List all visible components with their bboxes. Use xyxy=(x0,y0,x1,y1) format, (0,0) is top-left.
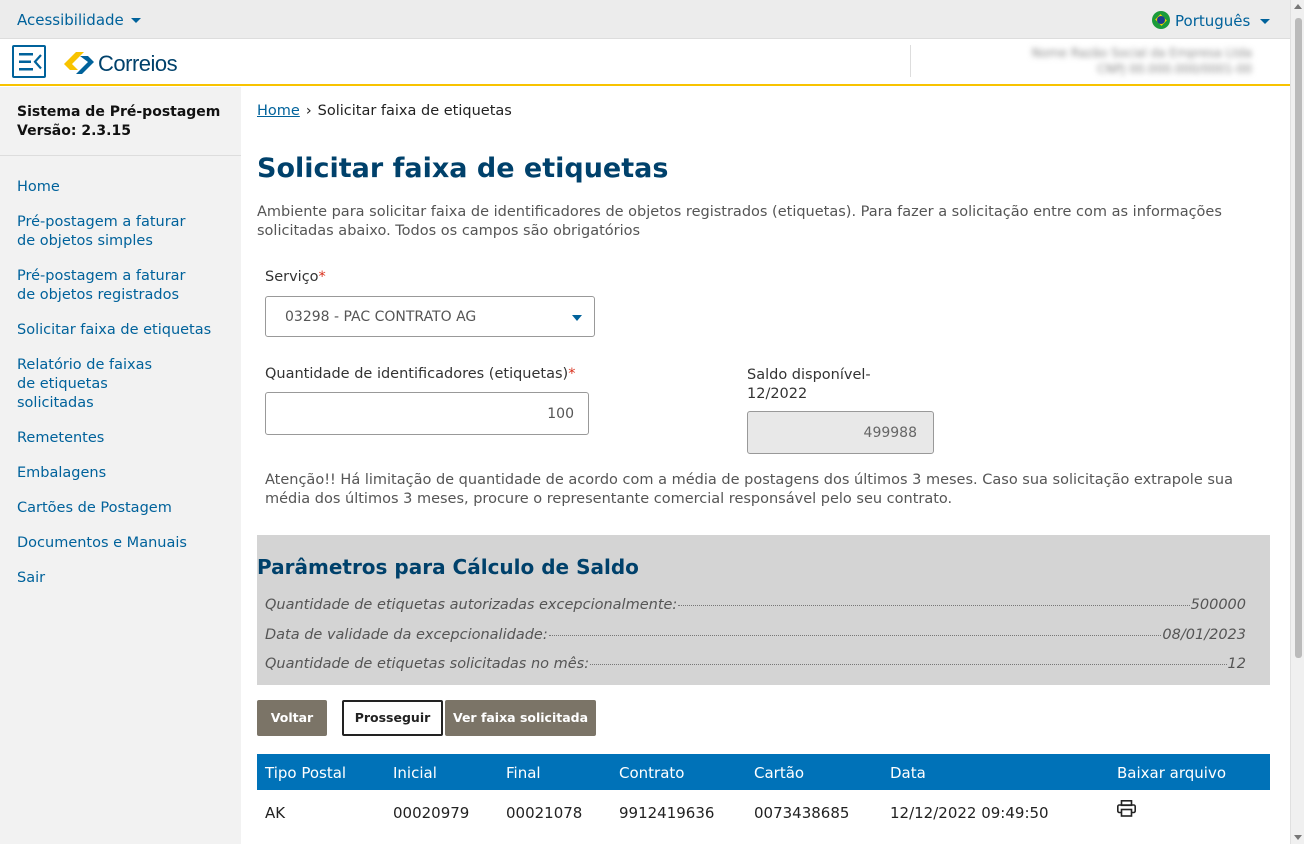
accessibility-menu[interactable]: Acessibilidade xyxy=(17,11,141,29)
column-header: Contrato xyxy=(619,764,685,782)
label-range-table: Tipo Postal Inicial Final Contrato Cartã… xyxy=(257,754,1270,830)
table-cell: 0073438685 xyxy=(754,804,850,822)
user-info[interactable]: Nome Razão Social da Empresa Ltda CNPJ 0… xyxy=(922,45,1272,81)
vertical-scrollbar[interactable] xyxy=(1290,0,1304,844)
sidebar-item-relatorio-faixas[interactable]: Relatório de faixas de etiquetas solicit… xyxy=(0,356,190,413)
sidebar-item-embalagens[interactable]: Embalagens xyxy=(0,464,241,483)
service-label: Serviço* xyxy=(265,269,326,285)
column-header: Cartão xyxy=(754,764,805,782)
logo-text: Correios xyxy=(98,51,178,76)
sidebar: Sistema de Pré-postagem Versão: 2.3.15 H… xyxy=(0,87,241,844)
brazil-flag-icon xyxy=(1152,11,1170,29)
scroll-up-icon[interactable] xyxy=(1294,4,1302,9)
sidebar-item-cartoes-postagem[interactable]: Cartões de Postagem xyxy=(0,499,241,518)
scrollbar-thumb[interactable] xyxy=(1295,18,1302,658)
service-label-text: Serviço xyxy=(265,269,319,285)
chevron-down-icon xyxy=(1260,19,1271,24)
balance-period: 12/2022 xyxy=(747,386,808,402)
balance-label: Saldo disponível- 12/2022 xyxy=(747,366,871,404)
system-info: Sistema de Pré-postagem Versão: 2.3.15 xyxy=(0,87,241,156)
page-description: Ambiente para solicitar faixa de identif… xyxy=(257,204,1222,239)
param-label: Quantidade de etiquetas solicitadas no m… xyxy=(265,656,590,672)
column-header: Final xyxy=(506,764,541,782)
param-row: Data de validade da excepcionalidade: 08/… xyxy=(265,627,1246,643)
print-icon[interactable] xyxy=(1117,800,1136,817)
menu-toggle-button[interactable] xyxy=(12,45,46,78)
proceed-button[interactable]: Prosseguir xyxy=(342,700,443,736)
system-version: Versão: 2.3.15 xyxy=(17,123,131,139)
language-label: Português xyxy=(1175,12,1251,30)
correios-logo-icon xyxy=(64,52,94,74)
sidebar-item-prepostagem-simples[interactable]: Pré-postagem a faturar de objetos simple… xyxy=(0,213,210,251)
chevron-down-icon xyxy=(572,315,582,321)
language-selector[interactable]: Português xyxy=(1152,11,1271,30)
top-bar: Acessibilidade Português xyxy=(0,0,1290,39)
dotted-leader xyxy=(548,635,1162,636)
required-mark: * xyxy=(568,366,576,382)
sidebar-nav: Home Pré-postagem a faturar de objetos s… xyxy=(0,156,241,588)
system-name: Sistema de Pré-postagem xyxy=(17,104,221,120)
balance-label-text: Saldo disponível- xyxy=(747,367,871,383)
breadcrumb: Home › Solicitar faixa de etiquetas xyxy=(257,103,512,119)
header: Correios Nome Razão Social da Empresa Lt… xyxy=(0,39,1290,86)
sidebar-item-prepostagem-registrados[interactable]: Pré-postagem a faturar de objetos regist… xyxy=(0,267,210,305)
sidebar-item-home[interactable]: Home xyxy=(0,178,241,197)
table-cell: AK xyxy=(265,804,286,822)
sidebar-item-sair[interactable]: Sair xyxy=(0,569,241,588)
table-cell: 9912419636 xyxy=(619,804,715,822)
quantity-input[interactable]: 100 xyxy=(265,392,589,435)
param-value: 08/01/2023 xyxy=(1162,627,1246,643)
divider xyxy=(910,45,911,77)
sidebar-item-solicitar-faixa[interactable]: Solicitar faixa de etiquetas xyxy=(0,321,241,340)
dotted-leader xyxy=(590,664,1227,665)
param-label: Data de validade da excepcionalidade: xyxy=(265,627,548,643)
table-cell: 00020979 xyxy=(393,804,470,822)
breadcrumb-separator: › xyxy=(305,103,312,119)
table-row: AK 00020979 00021078 9912419636 00734386… xyxy=(257,790,1270,830)
breadcrumb-home-link[interactable]: Home xyxy=(257,103,300,119)
table-cell: 00021078 xyxy=(506,804,583,822)
param-row: Quantidade de etiquetas solicitadas no m… xyxy=(265,656,1246,672)
column-header: Baixar arquivo xyxy=(1117,764,1226,782)
breadcrumb-current: Solicitar faixa de etiquetas xyxy=(317,103,512,119)
chevron-down-icon xyxy=(130,18,141,23)
menu-collapse-icon xyxy=(19,53,42,71)
user-name: Nome Razão Social da Empresa Ltda xyxy=(1031,46,1252,60)
column-header: Tipo Postal xyxy=(265,764,347,782)
required-mark: * xyxy=(318,269,326,285)
scroll-down-icon[interactable] xyxy=(1294,835,1302,840)
column-header: Data xyxy=(890,764,926,782)
user-id: CNPJ 00.000.000/0001-00 xyxy=(1097,62,1252,76)
param-row: Quantidade de etiquetas autorizadas exce… xyxy=(265,597,1246,613)
dotted-leader xyxy=(678,605,1190,606)
accessibility-label: Acessibilidade xyxy=(17,11,124,29)
quantity-label-text: Quantidade de identificadores (etiquetas… xyxy=(265,366,569,382)
table-header: Tipo Postal Inicial Final Contrato Cartã… xyxy=(257,754,1270,790)
page-title: Solicitar faixa de etiquetas xyxy=(257,153,669,184)
parameters-title: Parâmetros para Cálculo de Saldo xyxy=(257,555,639,579)
table-cell: 12/12/2022 09:49:50 xyxy=(890,804,1049,822)
sidebar-item-remetentes[interactable]: Remetentes xyxy=(0,429,241,448)
sidebar-item-documentos-manuais[interactable]: Documentos e Manuais xyxy=(0,534,241,553)
service-select-value: 03298 - PAC CONTRATO AG xyxy=(285,309,477,325)
view-range-button[interactable]: Ver faixa solicitada xyxy=(445,700,596,736)
column-header: Inicial xyxy=(393,764,437,782)
quantity-warning: Atenção!! Há limitação de quantidade de … xyxy=(265,472,1233,507)
service-select[interactable]: 03298 - PAC CONTRATO AG xyxy=(265,296,595,337)
balance-parameters-panel: Parâmetros para Cálculo de Saldo Quantid… xyxy=(257,535,1270,685)
back-button[interactable]: Voltar xyxy=(257,700,327,736)
param-value: 12 xyxy=(1227,656,1246,672)
param-label: Quantidade de etiquetas autorizadas exce… xyxy=(265,597,678,613)
quantity-label: Quantidade de identificadores (etiquetas… xyxy=(265,366,575,382)
param-value: 500000 xyxy=(1190,597,1246,613)
balance-field: 499988 xyxy=(747,411,934,454)
